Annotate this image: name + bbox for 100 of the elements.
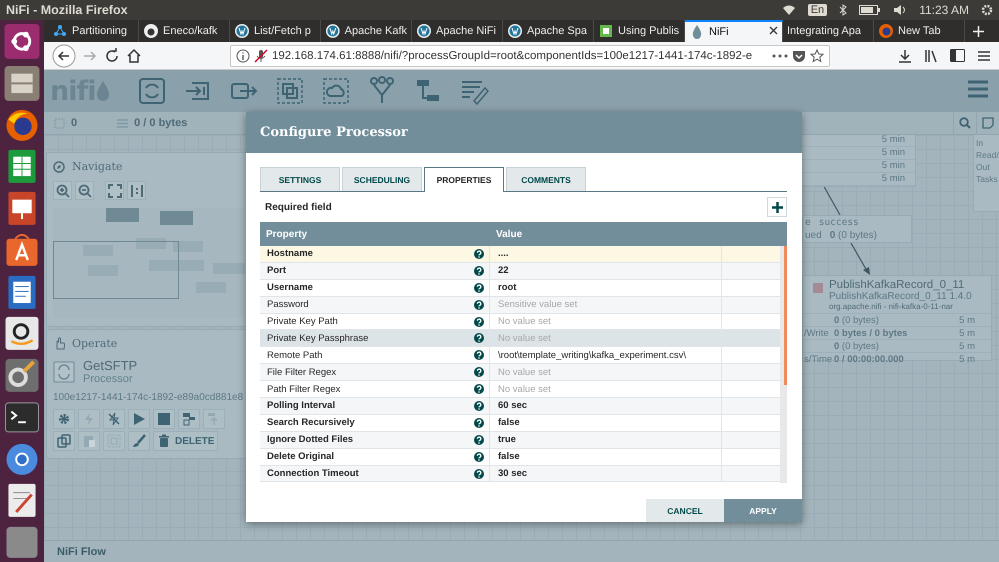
reload-icon[interactable] [104, 48, 120, 64]
property-value[interactable]: true [498, 434, 516, 446]
stat-label: Tasks [976, 173, 999, 185]
library-icon[interactable] [924, 48, 938, 62]
property-row[interactable]: Port 22 [260, 262, 780, 280]
grid-icon [54, 118, 65, 128]
address-bar[interactable]: 192.168.174.61:8888/nifi/?processGroupId=root&componentIds=100e1217-1441-174c-1892-e [230, 44, 830, 66]
stat-value: 0 (0 bytes) [834, 340, 879, 352]
crossed-lightning-button[interactable] [103, 409, 125, 429]
scrollbar[interactable] [780, 246, 787, 483]
property-value[interactable]: root [498, 282, 516, 294]
file-cabinet-icon[interactable] [2, 64, 42, 103]
cancel-button[interactable]: CANCEL [646, 499, 724, 522]
property-row[interactable]: Search Recursively false [260, 414, 780, 432]
browser-icon [878, 23, 894, 39]
property-name: File Filter Regex [267, 366, 336, 378]
stop-button[interactable] [153, 409, 175, 429]
help-icon [474, 367, 484, 378]
property-row[interactable]: Delete Original false [260, 448, 780, 466]
plus-icon[interactable] [973, 26, 984, 36]
zoom-out-button[interactable] [75, 181, 94, 200]
help-icon [474, 282, 484, 293]
help-icon [474, 248, 484, 259]
sidebar-icon[interactable] [950, 49, 965, 62]
stat-value: 0 (0 bytes) [834, 314, 879, 326]
property-name: Polling Interval [267, 400, 336, 412]
more-dots-icon[interactable] [772, 54, 788, 58]
volume-icon[interactable] [893, 4, 908, 16]
property-value[interactable]: 60 sec [498, 400, 528, 412]
home-icon[interactable] [126, 48, 142, 64]
browser-tab[interactable]: NiFi [685, 20, 783, 42]
help-icon [474, 333, 484, 344]
property-row[interactable]: File Filter Regex No value set [260, 364, 780, 382]
property-row[interactable]: Username root [260, 280, 780, 297]
wordpress-logo-icon [416, 23, 432, 39]
property-name: Hostname [267, 248, 313, 260]
property-value[interactable]: false [498, 417, 520, 428]
gear-icon[interactable] [981, 4, 993, 16]
property-row[interactable]: Polling Interval 60 sec [260, 398, 780, 415]
add-property-button[interactable] [767, 197, 787, 217]
property-name: Ignore Dotted Files [267, 434, 354, 446]
stat-value: 0 bytes / 0 bytes [834, 328, 908, 338]
property-row[interactable]: Private Key Path No value set [260, 314, 780, 330]
property-value[interactable]: 30 sec [498, 468, 528, 480]
zoom-in-button[interactable] [53, 181, 72, 200]
dialog-tab[interactable]: PROPERTIES [424, 167, 504, 192]
property-name: Path Filter Regex [267, 384, 340, 395]
help-icon [474, 418, 484, 428]
plus-icon [772, 202, 782, 212]
lightning-icon [82, 412, 96, 426]
wifi-icon[interactable] [782, 4, 796, 16]
back-button-icon[interactable] [52, 44, 76, 68]
clock[interactable]: 11:23 AM [919, 3, 969, 17]
paintbrush-button[interactable] [128, 431, 150, 451]
help-icon [474, 434, 484, 445]
close-icon[interactable] [769, 26, 778, 35]
property-row[interactable]: Connection Timeout 30 sec [260, 466, 780, 482]
dialog-tab[interactable]: COMMENTS [506, 167, 586, 191]
actual-size-button[interactable] [127, 181, 146, 200]
dialog-tab[interactable]: SCHEDULING [342, 167, 422, 191]
help-icon [474, 400, 484, 411]
processor-icon [53, 360, 75, 382]
property-value[interactable]: false [498, 451, 520, 462]
keyboard-layout-indicator[interactable]: En [808, 4, 828, 16]
property-row[interactable]: Private Key Passphrase No value set [260, 330, 780, 348]
property-value[interactable]: \root\template_writing\kafka_experiment.csv\ [498, 350, 686, 361]
search-icon [959, 117, 971, 129]
star-icon[interactable] [810, 48, 824, 62]
menu-icon[interactable] [977, 50, 991, 62]
fit-screen-icon [108, 184, 122, 198]
wordpress-logo-icon [234, 23, 250, 39]
bluetooth-icon[interactable] [839, 4, 848, 16]
property-row[interactable]: Path Filter Regex No value set [260, 381, 780, 398]
property-value[interactable]: .... [498, 248, 509, 260]
paintbrush-icon [132, 434, 146, 448]
property-value[interactable]: 22 [498, 265, 509, 276]
dash-logo-icon[interactable] [2, 22, 42, 61]
processor-type: PublishKafkaRecord_0_11 1.4.0 [829, 291, 972, 302]
gear-button[interactable] [53, 409, 75, 429]
blocked-microphone-icon[interactable] [254, 48, 268, 62]
column-header: Value [495, 228, 522, 240]
copy-button[interactable] [53, 431, 75, 451]
compass-icon [53, 160, 65, 172]
property-row[interactable]: Ignore Dotted Files true [260, 432, 780, 449]
download-icon[interactable] [898, 48, 912, 62]
template-button[interactable] [178, 409, 200, 429]
property-row[interactable]: Remote Path \root\template_writing\kafka_experiment.csv\ [260, 347, 780, 364]
fit-screen-button[interactable] [105, 181, 124, 200]
property-name: Search Recursively [267, 417, 355, 428]
help-icon [474, 316, 484, 326]
wordpress-logo-icon [325, 23, 341, 39]
dialog-tab[interactable]: SETTINGS [260, 167, 340, 191]
info-icon[interactable] [236, 48, 250, 62]
column-header: Property [265, 228, 308, 240]
battery-icon[interactable] [859, 5, 882, 15]
property-row[interactable]: Password Sensitive value set [260, 296, 780, 314]
property-row[interactable]: Hostname .... [260, 246, 780, 263]
play-button[interactable] [128, 409, 150, 429]
pocket-icon[interactable] [792, 48, 806, 62]
processor-name: PublishKafkaRecord_0_11 [829, 279, 966, 291]
